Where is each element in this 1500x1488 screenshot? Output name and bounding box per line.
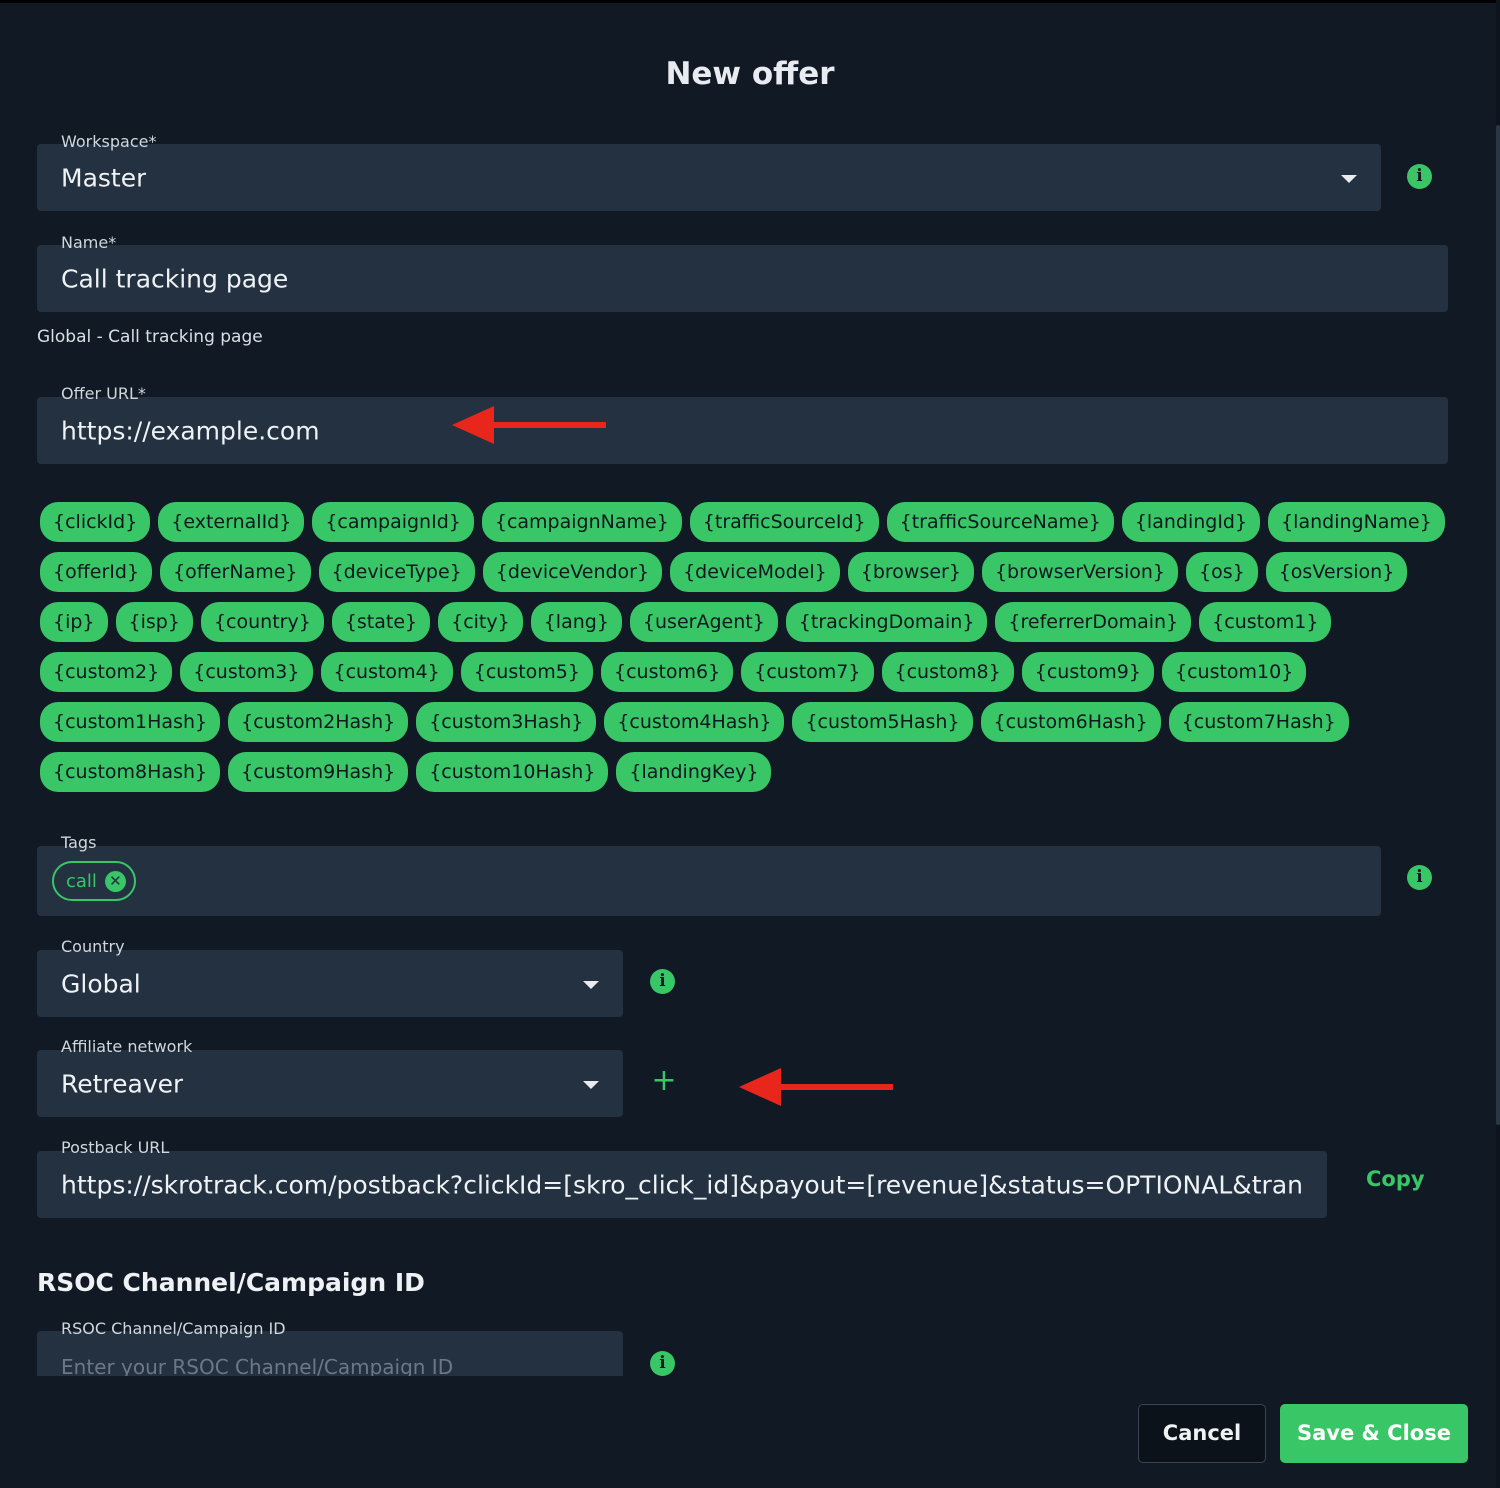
url-token[interactable]: {custom9} <box>1021 652 1154 692</box>
url-token[interactable]: {country} <box>200 602 324 642</box>
close-circle-icon[interactable]: ✕ <box>104 870 126 892</box>
name-label: Name* <box>61 233 117 252</box>
workspace-value: Master <box>61 163 147 192</box>
name-input[interactable]: Call tracking page <box>37 245 1448 312</box>
dialog-title: New offer <box>665 56 835 92</box>
tags-label: Tags <box>61 833 97 852</box>
url-token[interactable]: {ip} <box>40 602 108 642</box>
url-token[interactable]: {os} <box>1186 552 1258 592</box>
country-select[interactable]: Global <box>37 950 623 1017</box>
url-token[interactable]: {referrerDomain} <box>995 602 1192 642</box>
url-token[interactable]: {campaignName} <box>481 502 682 542</box>
scrollbar-thumb[interactable] <box>1496 125 1500 1125</box>
url-token[interactable]: {custom3Hash} <box>416 702 597 742</box>
rsoc-input[interactable] <box>61 1351 601 1376</box>
tags-input[interactable]: call ✕ <box>37 846 1381 916</box>
chevron-down-icon <box>583 1080 599 1089</box>
affiliate-network-value: Retreaver <box>61 1069 184 1098</box>
url-token-list: {clickId} {externalId} {campaignId} {campai… <box>40 502 1450 792</box>
info-icon[interactable]: i <box>1407 865 1432 890</box>
url-token[interactable]: {offerName} <box>160 552 311 592</box>
url-token[interactable]: {browserVersion} <box>981 552 1179 592</box>
country-value: Global <box>61 969 141 998</box>
workspace-select[interactable]: Master <box>37 144 1381 211</box>
postback-url-value: https://skrotrack.com/postback?clickId=[… <box>61 1170 1303 1199</box>
chevron-down-icon <box>1341 174 1357 183</box>
workspace-label: Workspace* <box>61 132 157 151</box>
url-token[interactable]: {landingId} <box>1121 502 1261 542</box>
postback-url-label: Postback URL <box>61 1138 170 1157</box>
country-label: Country <box>61 937 125 956</box>
url-token[interactable]: {clickId} <box>40 502 151 542</box>
url-token[interactable]: {lang} <box>530 602 622 642</box>
url-token[interactable]: {state} <box>331 602 431 642</box>
cancel-button[interactable]: Cancel <box>1138 1404 1266 1463</box>
add-affiliate-network-button[interactable]: + <box>650 1064 678 1098</box>
offer-url-label: Offer URL* <box>61 384 146 403</box>
tag-chip[interactable]: call ✕ <box>52 861 136 901</box>
save-close-button[interactable]: Save & Close <box>1280 1404 1468 1463</box>
annotation-arrow-offer-url <box>452 406 606 444</box>
info-icon[interactable]: i <box>650 969 675 994</box>
url-token[interactable]: {custom7} <box>741 652 874 692</box>
url-token[interactable]: {custom9Hash} <box>228 752 409 792</box>
url-token[interactable]: {custom7Hash} <box>1168 702 1349 742</box>
url-token[interactable]: {campaignId} <box>312 502 474 542</box>
url-token[interactable]: {custom2Hash} <box>228 702 409 742</box>
affiliate-network-label: Affiliate network <box>61 1037 193 1056</box>
url-token[interactable]: {trafficSourceName} <box>886 502 1114 542</box>
url-token[interactable]: {custom8} <box>881 652 1014 692</box>
url-token[interactable]: {custom2} <box>40 652 173 692</box>
url-token[interactable]: {custom8Hash} <box>40 752 221 792</box>
url-token[interactable]: {offerId} <box>40 552 153 592</box>
rsoc-label: RSOC Channel/Campaign ID <box>61 1319 286 1338</box>
url-token[interactable]: {landingName} <box>1268 502 1445 542</box>
url-token[interactable]: {deviceModel} <box>670 552 840 592</box>
url-token[interactable]: {userAgent} <box>629 602 778 642</box>
url-token[interactable]: {deviceType} <box>318 552 475 592</box>
url-token[interactable]: {landingKey} <box>616 752 772 792</box>
url-token[interactable]: {trafficSourceId} <box>689 502 879 542</box>
copy-button[interactable]: Copy <box>1366 1167 1425 1191</box>
plus-icon: + <box>651 1063 677 1098</box>
url-token[interactable]: {externalId} <box>158 502 305 542</box>
postback-url-input[interactable]: https://skrotrack.com/postback?clickId=[… <box>37 1151 1327 1218</box>
info-icon[interactable]: i <box>650 1351 675 1376</box>
url-token[interactable]: {custom1} <box>1199 602 1332 642</box>
url-token[interactable]: {custom10} <box>1162 652 1307 692</box>
url-token[interactable]: {custom4Hash} <box>604 702 785 742</box>
name-helper-text: Global - Call tracking page <box>37 327 263 347</box>
url-token[interactable]: {custom5Hash} <box>792 702 973 742</box>
url-token[interactable]: {custom10Hash} <box>416 752 609 792</box>
offer-url-value: https://example.com <box>61 416 320 445</box>
url-token[interactable]: {city} <box>438 602 523 642</box>
url-token[interactable]: {browser} <box>847 552 974 592</box>
url-token[interactable]: {custom3} <box>180 652 313 692</box>
url-token[interactable]: {trackingDomain} <box>785 602 988 642</box>
annotation-arrow-affiliate <box>739 1068 893 1106</box>
name-value: Call tracking page <box>61 264 289 293</box>
url-token[interactable]: {custom4} <box>320 652 453 692</box>
affiliate-network-select[interactable]: Retreaver <box>37 1050 623 1117</box>
url-token[interactable]: {isp} <box>115 602 193 642</box>
url-token[interactable]: {custom6} <box>601 652 734 692</box>
top-border <box>0 0 1500 3</box>
url-token[interactable]: {custom6Hash} <box>980 702 1161 742</box>
url-token[interactable]: {custom1Hash} <box>40 702 221 742</box>
tag-chip-label: call <box>66 870 97 892</box>
info-icon[interactable]: i <box>1407 164 1432 189</box>
offer-url-input[interactable]: https://example.com <box>37 397 1448 464</box>
url-token[interactable]: {custom5} <box>460 652 593 692</box>
url-token[interactable]: {deviceVendor} <box>482 552 663 592</box>
rsoc-section-title: RSOC Channel/Campaign ID <box>37 1268 425 1297</box>
url-token[interactable]: {osVersion} <box>1265 552 1408 592</box>
chevron-down-icon <box>583 980 599 989</box>
